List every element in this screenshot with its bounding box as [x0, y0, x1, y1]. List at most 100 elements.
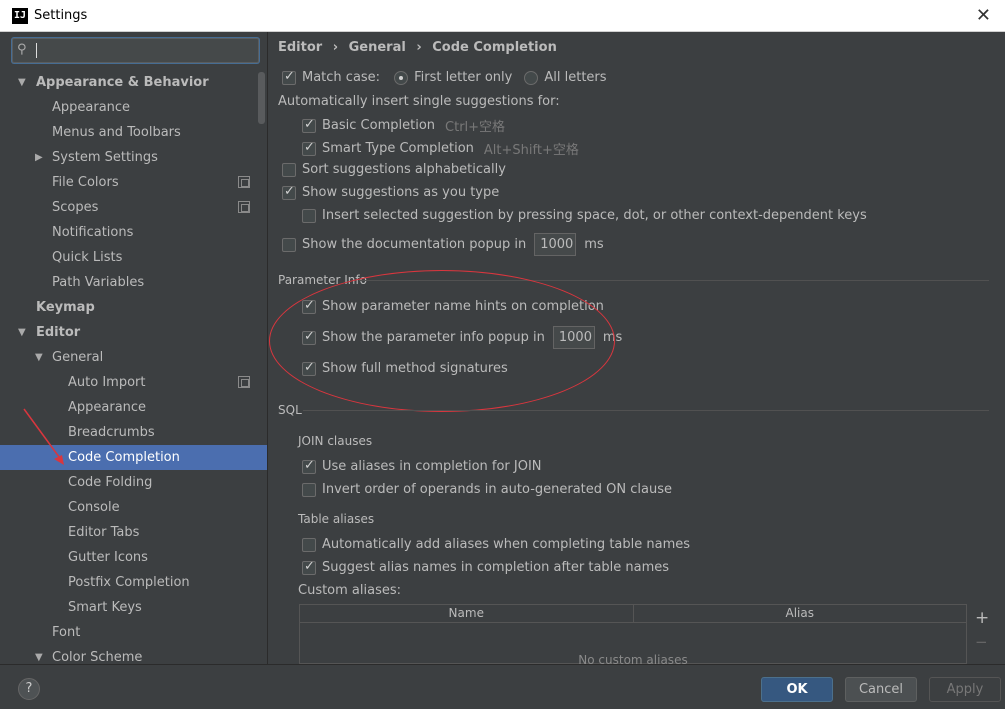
tree-item-label: Appearance & Behavior: [36, 75, 209, 90]
smart-shortcut: Alt+Shift+空格: [483, 143, 579, 158]
window-title: Settings: [34, 8, 88, 23]
table-aliases-heading: Table aliases: [298, 512, 375, 526]
tree-item-label: Appearance: [68, 400, 147, 415]
invert-order-checkbox[interactable]: [302, 482, 316, 497]
settings-tree-panel: ⚲ ▼ Appearance & Behavior Appearance Menus …: [0, 32, 268, 664]
breadcrumb-sep: ›: [416, 40, 422, 55]
tree-item[interactable]: ▼ Appearance & Behavior: [0, 70, 267, 95]
tree-item-label: Smart Keys: [68, 600, 142, 615]
custom-aliases-table[interactable]: Name Alias No custom aliases: [299, 604, 967, 664]
ok-button[interactable]: OK: [761, 677, 833, 702]
join-clauses-heading: JOIN clauses: [298, 434, 373, 448]
tree-item-label: Code Folding: [68, 475, 153, 490]
breadcrumb-code-completion: Code Completion: [432, 40, 557, 55]
divider: [359, 280, 989, 281]
smart-type-label: Smart Type Completion: [322, 141, 474, 156]
chevron-down-icon[interactable]: ▼: [18, 320, 26, 345]
match-case-checkbox[interactable]: [282, 69, 296, 85]
breadcrumb-editor: Editor: [278, 40, 323, 55]
column-name[interactable]: Name: [300, 605, 634, 622]
param-popup-ms-input[interactable]: 1000: [552, 326, 595, 349]
doc-popup-ms-input[interactable]: 1000: [534, 233, 577, 256]
all-letters-radio[interactable]: [524, 70, 539, 85]
tree-item-label: Breadcrumbs: [68, 425, 155, 440]
chevron-down-icon[interactable]: ▼: [35, 345, 43, 370]
tree-item-label: Color Scheme: [52, 650, 143, 664]
tree-item-label: Console: [68, 500, 120, 515]
doc-popup-checkbox[interactable]: [282, 237, 296, 252]
code-completion-panel: Editor › General › Code Completion Match…: [269, 32, 1005, 664]
tree-item[interactable]: Menus and Toolbars: [0, 120, 267, 145]
auto-add-aliases-label: Automatically add aliases when completin…: [322, 537, 691, 552]
use-aliases-checkbox[interactable]: [302, 458, 316, 474]
tree-item[interactable]: Auto Import: [0, 370, 267, 395]
tree-item-label: Quick Lists: [52, 250, 123, 265]
chevron-down-icon[interactable]: ▼: [18, 70, 26, 95]
project-scope-icon: [238, 376, 250, 388]
auto-add-aliases-checkbox[interactable]: [302, 537, 316, 552]
tree-item-label: Editor Tabs: [68, 525, 140, 540]
suggest-aliases-checkbox[interactable]: [302, 559, 316, 575]
parameter-info-heading: Parameter Info: [278, 273, 367, 287]
tree-item[interactable]: Smart Keys: [0, 595, 267, 620]
basic-shortcut: Ctrl+空格: [445, 120, 506, 135]
tree-item[interactable]: Appearance: [0, 95, 267, 120]
tree-item[interactable]: Appearance: [0, 395, 267, 420]
tree-item-label: System Settings: [52, 150, 158, 165]
tree-item[interactable]: Postfix Completion: [0, 570, 267, 595]
tree-item[interactable]: Path Variables: [0, 270, 267, 295]
tree-item[interactable]: Code Folding: [0, 470, 267, 495]
cancel-button[interactable]: Cancel: [845, 677, 917, 702]
chevron-right-icon[interactable]: ▶: [35, 145, 43, 170]
tree-item[interactable]: Console: [0, 495, 267, 520]
custom-aliases-label: Custom aliases:: [298, 583, 402, 598]
ms-label: ms: [584, 237, 604, 252]
tree-item[interactable]: Keymap: [0, 295, 267, 320]
tree-item-label: Font: [52, 625, 81, 640]
basic-completion-label: Basic Completion: [322, 118, 436, 133]
tree-item[interactable]: Notifications: [0, 220, 267, 245]
param-hints-label: Show parameter name hints on completion: [322, 299, 604, 314]
remove-alias-icon[interactable]: −: [975, 633, 988, 651]
smart-type-checkbox[interactable]: [302, 140, 316, 156]
insert-selected-checkbox[interactable]: [302, 208, 316, 223]
tree-item[interactable]: File Colors: [0, 170, 267, 195]
first-letter-radio[interactable]: [394, 70, 409, 85]
ms-label: ms: [602, 330, 623, 345]
show-as-type-label: Show suggestions as you type: [302, 185, 500, 200]
param-popup-checkbox[interactable]: [302, 329, 316, 345]
column-alias[interactable]: Alias: [634, 605, 967, 622]
sort-checkbox[interactable]: [282, 162, 296, 177]
tree-item[interactable]: ▼ Editor: [0, 320, 267, 345]
search-input[interactable]: ⚲: [12, 38, 259, 63]
param-popup-label: Show the parameter info popup in: [322, 330, 545, 345]
basic-completion-checkbox[interactable]: [302, 117, 316, 133]
add-alias-icon[interactable]: +: [975, 608, 989, 628]
project-scope-icon: [238, 201, 250, 213]
tree-item[interactable]: Quick Lists: [0, 245, 267, 270]
show-as-type-checkbox[interactable]: [282, 184, 296, 200]
tree-item[interactable]: Gutter Icons: [0, 545, 267, 570]
tree-item[interactable]: Editor Tabs: [0, 520, 267, 545]
close-icon[interactable]: ✕: [976, 5, 991, 26]
tree-item[interactable]: ▶ System Settings: [0, 145, 267, 170]
empty-table-text: No custom aliases: [578, 653, 688, 664]
apply-button[interactable]: Apply: [929, 677, 1001, 702]
tree-item[interactable]: ▼ Color Scheme: [0, 645, 267, 664]
tree-item[interactable]: Scopes: [0, 195, 267, 220]
chevron-down-icon[interactable]: ▼: [35, 645, 43, 664]
tree-item-label: Editor: [36, 325, 81, 340]
tree-item-label: Postfix Completion: [68, 575, 190, 590]
tree-item-label: Code Completion: [68, 450, 180, 465]
full-signatures-checkbox[interactable]: [302, 360, 316, 376]
tree-item[interactable]: Font: [0, 620, 267, 645]
doc-popup-label: Show the documentation popup in: [302, 237, 527, 252]
help-button[interactable]: ?: [18, 678, 40, 700]
invert-order-label: Invert order of operands in auto-generat…: [322, 482, 672, 497]
tree-item[interactable]: ▼ General: [0, 345, 267, 370]
param-hints-checkbox[interactable]: [302, 298, 316, 314]
tree-item[interactable]: Breadcrumbs: [0, 420, 267, 445]
breadcrumb: Editor › General › Code Completion: [278, 40, 557, 55]
use-aliases-label: Use aliases in completion for JOIN: [322, 459, 542, 474]
tree-item[interactable]: Code Completion: [0, 445, 267, 470]
